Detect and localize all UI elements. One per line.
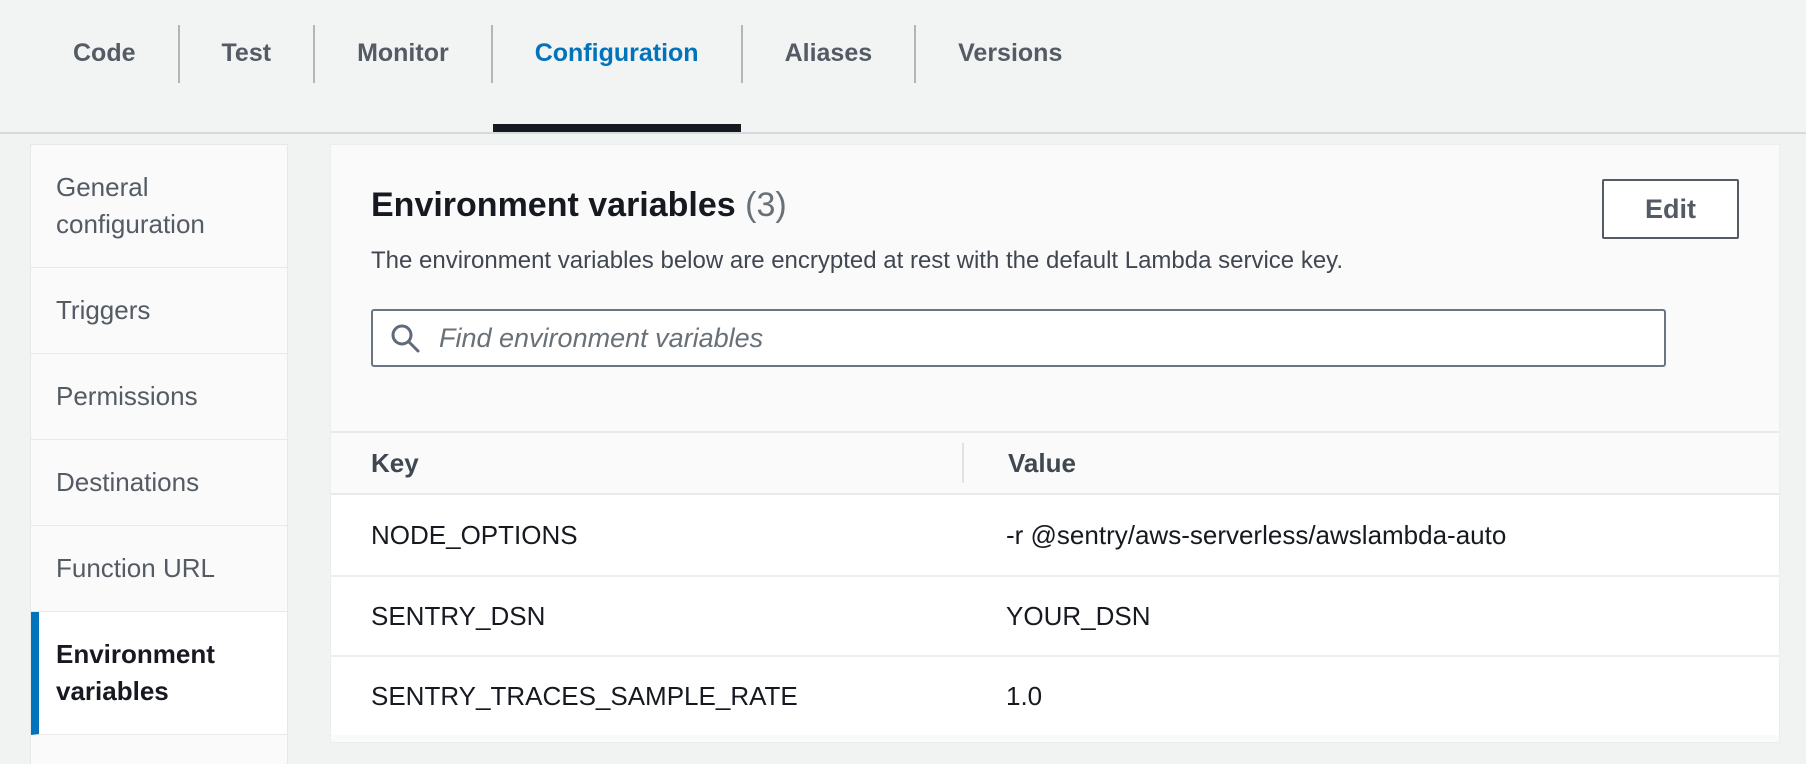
env-var-key: NODE_OPTIONS xyxy=(331,520,962,551)
panel-header: Environment variables (3) Edit xyxy=(331,145,1779,227)
search-input[interactable] xyxy=(421,311,1664,365)
sidebar-item-permissions[interactable]: Permissions xyxy=(31,354,287,440)
env-var-value: 1.0 xyxy=(962,681,1779,712)
sidebar-item-triggers[interactable]: Triggers xyxy=(31,268,287,354)
function-tab-bar: Code Test Monitor Configuration Aliases … xyxy=(0,0,1806,134)
page-title: Environment variables (3) xyxy=(371,186,787,224)
sidebar-item-function-url[interactable]: Function URL xyxy=(31,526,287,612)
env-var-key: SENTRY_TRACES_SAMPLE_RATE xyxy=(331,681,962,712)
item-count-badge: (3) xyxy=(745,186,787,224)
column-header-key: Key xyxy=(331,448,962,479)
env-var-key: SENTRY_DSN xyxy=(331,601,962,632)
sidebar-item-general-configuration[interactable]: General configuration xyxy=(31,145,287,268)
tab-configuration[interactable]: Configuration xyxy=(493,0,741,132)
search-icon xyxy=(389,322,421,354)
env-var-value: YOUR_DSN xyxy=(962,601,1779,632)
tab-code[interactable]: Code xyxy=(31,0,178,132)
env-var-value: -r @sentry/aws-serverless/awslambda-auto xyxy=(962,520,1779,551)
table-row: SENTRY_TRACES_SAMPLE_RATE 1.0 xyxy=(331,655,1779,735)
search-box xyxy=(371,309,1666,367)
environment-variables-table: Key Value NODE_OPTIONS -r @sentry/aws-se… xyxy=(331,431,1779,735)
column-header-value: Value xyxy=(962,443,1779,483)
sidebar-item-environment-variables[interactable]: Environment variables xyxy=(31,612,287,735)
table-row: SENTRY_DSN YOUR_DSN xyxy=(331,575,1779,655)
configuration-sidebar: General configuration Triggers Permissio… xyxy=(30,144,288,764)
edit-button[interactable]: Edit xyxy=(1602,179,1739,239)
table-row: NODE_OPTIONS -r @sentry/aws-serverless/a… xyxy=(331,495,1779,575)
panel-title-text: Environment variables xyxy=(371,186,736,224)
sidebar-item-tags[interactable]: Tags xyxy=(31,735,287,764)
table-header-row: Key Value xyxy=(331,431,1779,495)
sidebar-item-destinations[interactable]: Destinations xyxy=(31,440,287,526)
tab-aliases[interactable]: Aliases xyxy=(743,0,915,132)
environment-variables-panel: Environment variables (3) Edit The envir… xyxy=(330,144,1780,743)
tab-versions[interactable]: Versions xyxy=(916,0,1104,132)
tab-monitor[interactable]: Monitor xyxy=(315,0,491,132)
panel-description: The environment variables below are encr… xyxy=(371,245,1739,277)
tab-test[interactable]: Test xyxy=(180,0,314,132)
